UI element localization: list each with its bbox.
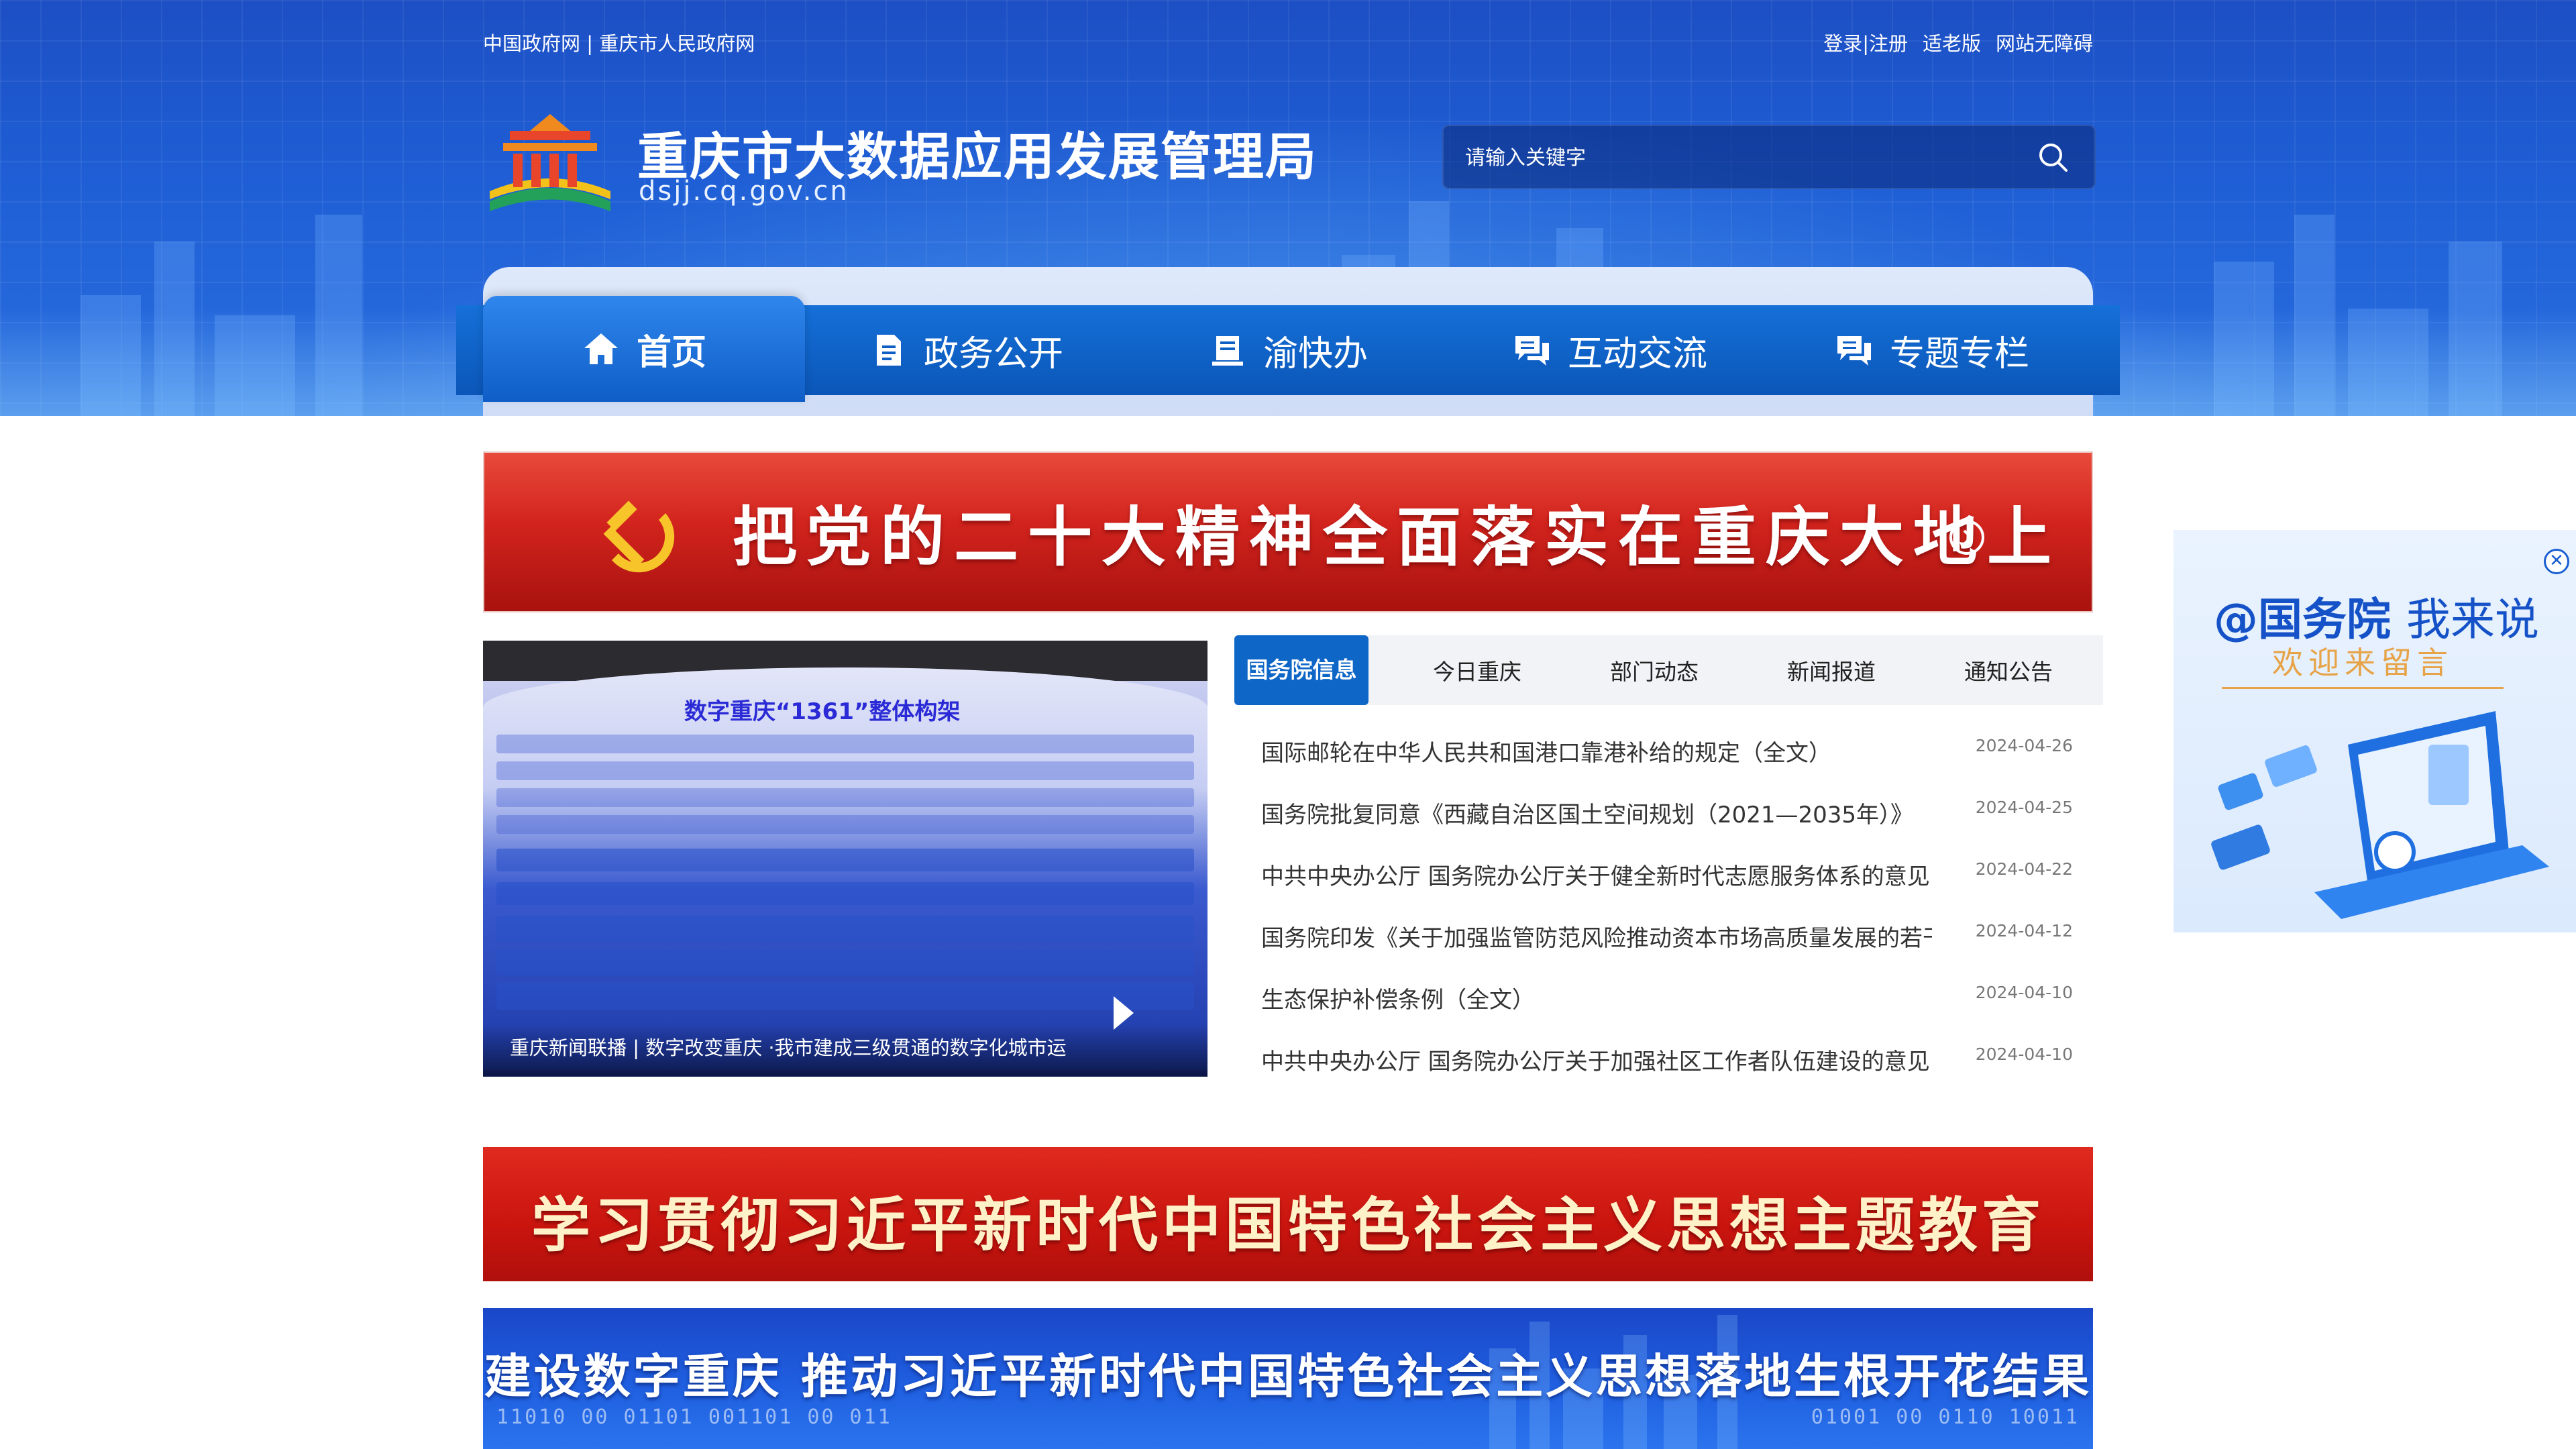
news-tabs: 国务院信息 今日重庆 部门动态 新闻报道 通知公告 (1234, 635, 2103, 705)
news-title[interactable]: 国务院印发《关于加强监管防范风险推动资本市场高质量发展的若干... (1261, 920, 1932, 953)
nav-interaction-label: 互动交流 (1567, 333, 1707, 374)
search-input[interactable] (1464, 126, 2017, 189)
party-banner-text: 把党的二十大精神全面落实在重庆大地上 (733, 499, 2061, 575)
nav-special-topics[interactable]: 专题专栏 (1771, 299, 2093, 402)
banner-arrow-icon (1949, 520, 1984, 555)
hammer-sickle-icon (603, 500, 675, 573)
video-player[interactable]: 数字重庆“1361”整体构架 重庆新闻联播 | 数字改变重庆 ·我市建成三级贯通… (483, 641, 1208, 1077)
document-icon (876, 335, 901, 366)
digital-chongqing-text: 建设数字重庆 推动习近平新时代中国特色社会主义思想落地生根开花结果 (484, 1349, 2092, 1404)
main-nav: 首页 政务公开 渝快办 互动交流 专题专栏 (483, 296, 2093, 402)
list-item[interactable]: 生态保护补偿条例（全文） 2024-04-10 (1261, 975, 2073, 1036)
video-caption: 重庆新闻联播 | 数字改变重庆 ·我市建成三级贯通的数字化城市运 (510, 1036, 1067, 1059)
tab-news-reports[interactable]: 新闻报道 (1743, 654, 1920, 686)
nav-home-label: 首页 (636, 332, 706, 373)
accessibility-link[interactable]: 网站无障碍 (1996, 28, 2093, 56)
nav-gov-affairs[interactable]: 政务公开 (805, 299, 1127, 402)
play-icon[interactable] (1080, 989, 1167, 1036)
book-icon (1212, 336, 1243, 366)
ad-title-main: @国务院 (2214, 594, 2391, 645)
news-title[interactable]: 生态保护补偿条例（全文） (1261, 981, 1535, 1014)
nav-home[interactable]: 首页 (483, 296, 805, 402)
login-register-link[interactable]: 登录|注册 (1823, 28, 1908, 56)
digital-chongqing-banner[interactable]: 建设数字重庆 推动习近平新时代中国特色社会主义思想落地生根开花结果 11010 … (483, 1308, 2093, 1449)
news-title[interactable]: 中共中央办公厅 国务院办公厅关于健全新时代志愿服务体系的意见 (1261, 858, 1930, 891)
news-title[interactable]: 中共中央办公厅 国务院办公厅关于加强社区工作者队伍建设的意见 (1261, 1043, 1930, 1076)
elderly-mode-link[interactable]: 适老版 (1923, 28, 1981, 56)
search-icon[interactable] (2037, 141, 2069, 173)
nav-interaction[interactable]: 互动交流 (1449, 299, 1771, 402)
list-item[interactable]: 中共中央办公厅 国务院办公厅关于加强社区工作者队伍建设的意见 2024-04-1… (1261, 1036, 2073, 1098)
gov-links[interactable]: 中国政府网 | 重庆市人民政府网 (483, 28, 755, 56)
party-congress-banner[interactable]: 把党的二十大精神全面落实在重庆大地上 (483, 451, 2093, 612)
home-icon (584, 333, 618, 364)
tab-state-council[interactable]: 国务院信息 (1234, 635, 1368, 705)
tab-chongqing-today[interactable]: 今日重庆 (1389, 654, 1566, 686)
nav-yukuaiban-label: 渝快办 (1263, 333, 1368, 374)
news-list: 国际邮轮在中华人民共和国港口靠港补给的规定（全文） 2024-04-26 国务院… (1261, 728, 2073, 1098)
news-date: 2024-04-10 (1975, 983, 2073, 1002)
news-date: 2024-04-22 (1975, 859, 2073, 879)
binary-decoration: 11010 00 01101 001101 00 011 (496, 1405, 892, 1429)
site-logo-icon[interactable] (483, 111, 617, 215)
ad-subtitle: 欢迎来留言 (2222, 639, 2504, 689)
news-title[interactable]: 国务院批复同意《西藏自治区国土空间规划（2021—2035年）》 (1261, 796, 1913, 829)
state-council-feedback-ad[interactable]: ✕ @国务院 我来说 欢迎来留言 (2174, 530, 2576, 932)
list-item[interactable]: 国务院印发《关于加强监管防范风险推动资本市场高质量发展的若干... 2024-0… (1261, 913, 2073, 975)
chat-icon (1837, 336, 1871, 366)
nav-special-topics-label: 专题专栏 (1889, 333, 2029, 374)
news-date: 2024-04-25 (1975, 798, 2073, 817)
binary-decoration: 01001 00 0110 10011 (1811, 1405, 2080, 1429)
news-title[interactable]: 国际邮轮在中华人民共和国港口靠港补给的规定（全文） (1261, 735, 1831, 767)
list-item[interactable]: 国际邮轮在中华人民共和国港口靠港补给的规定（全文） 2024-04-26 (1261, 728, 2073, 790)
ad-title-suffix: 我来说 (2406, 594, 2539, 645)
theme-education-text: 学习贯彻习近平新时代中国特色社会主义思想主题教育 (531, 1190, 2045, 1260)
list-item[interactable]: 国务院批复同意《西藏自治区国土空间规划（2021—2035年）》 2024-04… (1261, 790, 2073, 851)
site-domain: dsjj.cq.gov.cn (639, 176, 849, 207)
video-board-title: 数字重庆“1361”整体构架 (684, 698, 961, 725)
tab-notices[interactable]: 通知公告 (1920, 654, 2097, 686)
news-date: 2024-04-10 (1975, 1044, 2073, 1064)
nav-yukuaiban[interactable]: 渝快办 (1127, 299, 1449, 402)
list-item[interactable]: 中共中央办公厅 国务院办公厅关于健全新时代志愿服务体系的意见 2024-04-2… (1261, 851, 2073, 913)
search-box (1442, 125, 2096, 189)
close-icon[interactable]: ✕ (2544, 549, 2569, 574)
theme-education-banner[interactable]: 学习贯彻习近平新时代中国特色社会主义思想主题教育 (483, 1147, 2093, 1281)
news-date: 2024-04-12 (1975, 921, 2073, 941)
laptop-illustration-icon (2211, 711, 2549, 919)
nav-gov-affairs-label: 政务公开 (923, 333, 1063, 374)
news-date: 2024-04-26 (1975, 736, 2073, 755)
chat-icon (1515, 336, 1549, 366)
user-links: 登录|注册 适老版 网站无障碍 (1823, 28, 2093, 56)
tab-department-news[interactable]: 部门动态 (1566, 654, 1743, 686)
